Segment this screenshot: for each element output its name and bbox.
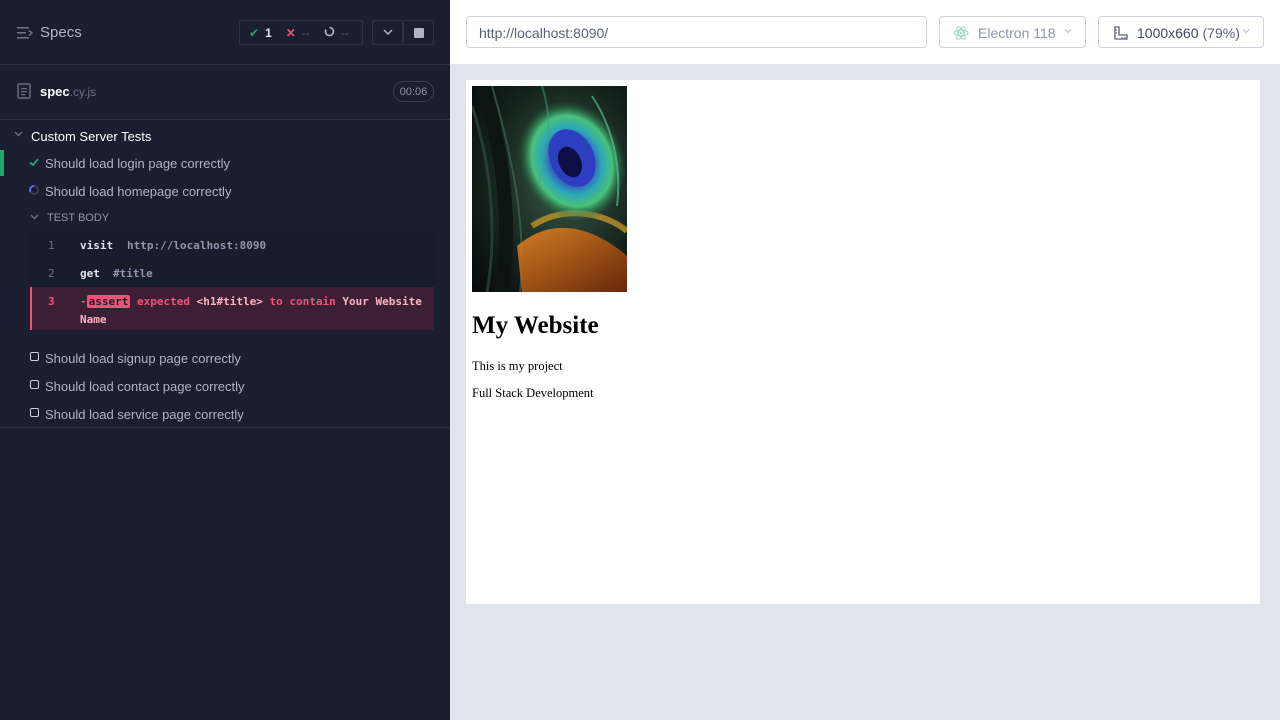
browser-name: Electron 118 [978, 25, 1056, 41]
reporter-panel: Specs ✔ 1 ✕ -- -- spec.cy.js 00:06 Custo… [0, 0, 450, 720]
spec-file-base: spec [40, 84, 70, 99]
spec-file-row: spec.cy.js 00:06 [0, 65, 450, 120]
spec-duration: 00:06 [393, 81, 434, 102]
viewport-scale: (79%) [1202, 25, 1240, 41]
failed-command-row[interactable]: 3 - assert expected <h1#title> to contain… [30, 287, 434, 330]
reporter-header: Specs ✔ 1 ✕ -- -- [0, 0, 450, 65]
check-icon [29, 158, 39, 167]
suite-title: Custom Server Tests [31, 129, 152, 144]
viewport-label: 1000x660 (79%) [1137, 25, 1240, 41]
test-body-label: TEST BODY [47, 212, 110, 224]
assert-badge: assert [86, 295, 131, 308]
site-title: My Website [472, 312, 599, 339]
preview-toolbar: http://localhost:8090/ Electron 118 1000… [450, 0, 1280, 64]
test-item[interactable]: Should load login page correctly [0, 150, 450, 176]
toggle-auto-scroll-button[interactable] [372, 20, 403, 45]
chevron-down-icon [1064, 29, 1072, 34]
viewport-size: 1000x660 [1137, 25, 1199, 41]
test-title: Should load service page correctly [45, 407, 244, 422]
check-icon: ✔ [249, 25, 260, 40]
stop-icon [413, 27, 424, 38]
pending-icon [30, 380, 39, 389]
command-message: http://localhost:8090 [127, 239, 267, 252]
assert-word: to contain [269, 295, 336, 308]
application-under-test: My Website This is my project Full Stack… [466, 80, 1260, 604]
app-preview-panel: http://localhost:8090/ Electron 118 1000… [450, 0, 1280, 720]
test-item[interactable]: Should load contact page correctly [0, 373, 450, 399]
browser-selector[interactable]: Electron 118 [939, 16, 1086, 48]
passed-indicator-bar [0, 150, 4, 176]
pending-count: -- [340, 25, 349, 40]
test-item[interactable]: Should load signup page correctly [0, 345, 450, 371]
stop-button[interactable] [403, 20, 434, 45]
pending-icon [30, 352, 39, 361]
chevron-down-icon [30, 214, 39, 220]
chevron-down-icon [382, 29, 393, 36]
assert-value: Your [342, 295, 369, 308]
command-number: 3 [48, 295, 55, 308]
site-paragraph: This is my project [472, 359, 563, 373]
document-icon [17, 83, 31, 99]
spinner-icon [324, 26, 335, 40]
specs-list-icon[interactable] [17, 26, 33, 40]
command-name: visit [80, 239, 114, 252]
x-icon: ✕ [285, 25, 296, 40]
specs-title[interactable]: Specs [40, 24, 82, 41]
viewport-selector[interactable]: 1000x660 (79%) [1098, 16, 1264, 48]
test-title: Should load login page correctly [45, 156, 231, 171]
site-paragraph: Full Stack Development [472, 386, 594, 400]
passed-count: 1 [265, 25, 272, 40]
command-name: get [80, 267, 100, 280]
test-stats: ✔ 1 ✕ -- -- [239, 20, 363, 45]
test-title: Should load contact page correctly [45, 379, 245, 394]
command-number: 1 [48, 239, 55, 252]
spec-file-ext: .cy.js [69, 85, 97, 99]
chevron-down-icon [1242, 29, 1250, 34]
test-suite: Custom Server Tests Should load login pa… [0, 120, 450, 428]
assert-subject: <h1#title> [196, 295, 263, 308]
pending-stat: -- [310, 26, 349, 40]
test-item[interactable]: Should load homepage correctly [0, 178, 450, 204]
test-body-header[interactable]: TEST BODY [0, 210, 450, 226]
command-row[interactable]: 1 visit http://localhost:8090 [30, 231, 434, 259]
test-item[interactable]: Should load service page correctly [0, 401, 450, 427]
command-row[interactable]: 2 get #title [30, 259, 434, 287]
pending-icon [30, 408, 39, 417]
chevron-down-icon [14, 131, 23, 137]
running-spinner-icon [29, 185, 39, 195]
command-message: #title [113, 267, 153, 280]
failed-stat: ✕ -- [272, 26, 310, 40]
test-title: Should load signup page correctly [45, 351, 241, 366]
ruler-icon [1114, 26, 1128, 40]
failed-count: -- [301, 25, 310, 40]
assert-dash: - [80, 295, 87, 308]
command-number: 2 [48, 267, 55, 280]
passed-stat: ✔ 1 [240, 26, 272, 40]
url-bar[interactable]: http://localhost:8090/ [466, 16, 927, 48]
assert-word: expected [137, 295, 190, 308]
peacock-feather-image [472, 86, 627, 292]
assert-message: - assert expected <h1#title> to contain Y… [80, 293, 430, 329]
test-title: Should load homepage correctly [45, 184, 232, 199]
spec-filename[interactable]: spec.cy.js [40, 84, 96, 99]
electron-icon [953, 26, 969, 40]
suite-header[interactable]: Custom Server Tests [0, 123, 450, 147]
